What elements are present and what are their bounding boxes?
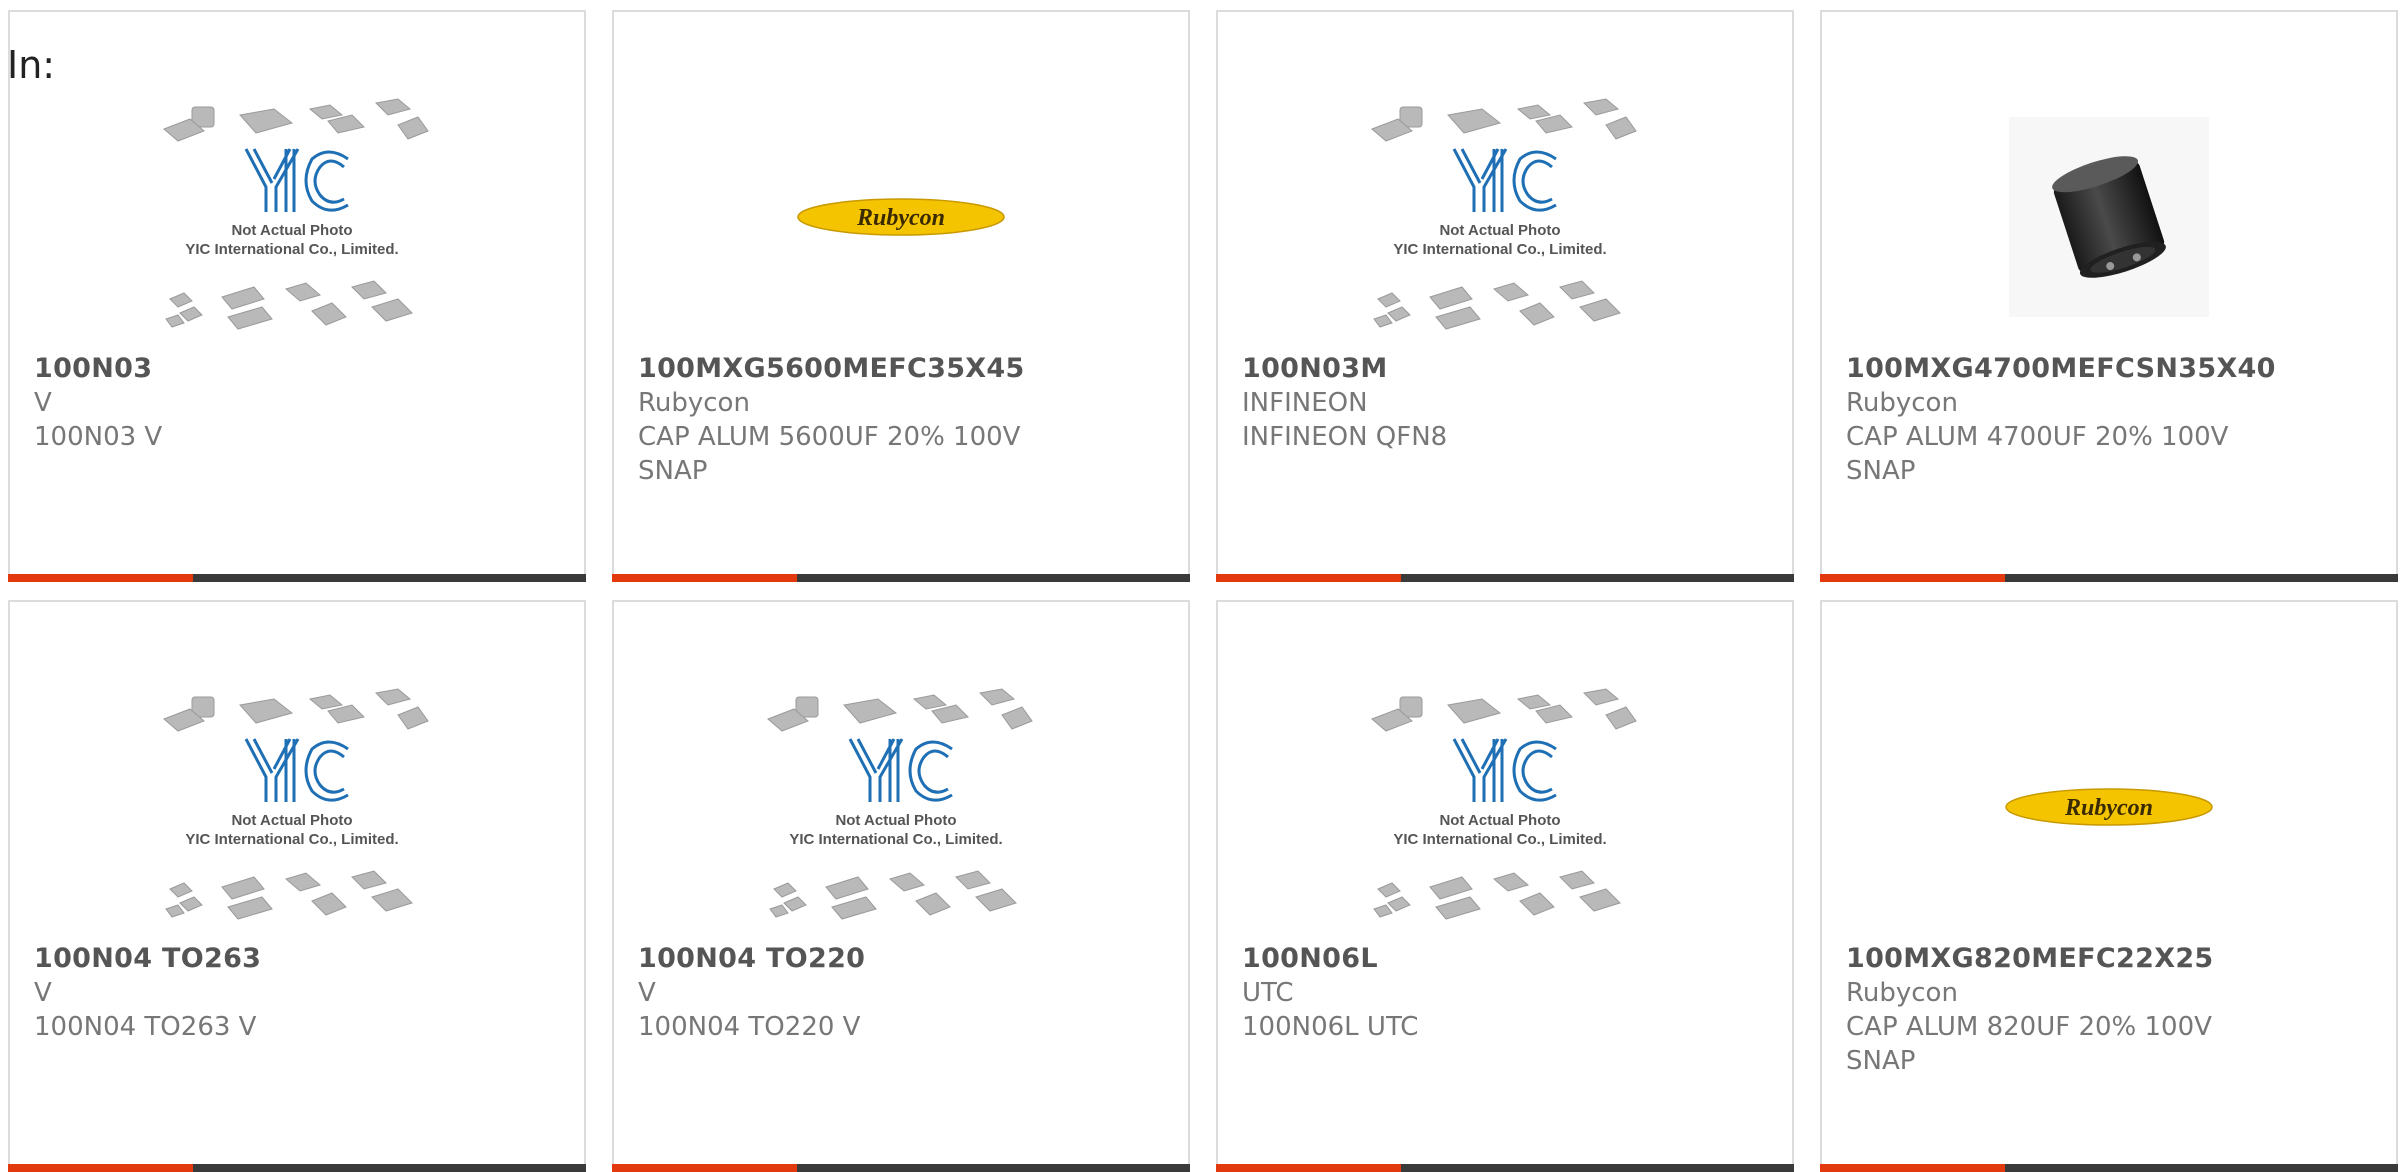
description: CAP ALUM 5600UF 20% 100V [638,422,1021,452]
product-info: 100MXG820MEFC22X25 Rubycon CAP ALUM 820UF … [1846,942,2372,1078]
placeholder-caption-1: Not Actual Photo [231,222,352,239]
manufacturer: Rubycon [638,388,750,418]
product-card[interactable]: Not Actual Photo YIC International Co., … [8,600,586,1172]
product-info: 100N03M INFINEON INFINEON QFN8 [1242,352,1768,454]
card-footer-bar [1216,574,1794,582]
product-card[interactable]: Not Actual Photo YIC International Co., … [612,600,1190,1172]
chip-placeholder-icon: Not Actual Photo YIC International Co., … [1371,98,1637,330]
placeholder-caption-2: YIC International Co., Limited. [185,831,398,848]
placeholder-caption-1: Not Actual Photo [835,812,956,829]
card-footer-accent [1820,1164,2005,1172]
description: 100N03 V [34,422,163,452]
product-image[interactable]: Not Actual Photo YIC International Co., … [10,672,584,942]
product-info: 100MXG4700MEFCSN35X40 Rubycon CAP ALUM 470… [1846,352,2372,488]
placeholder-caption-2: YIC International Co., Limited. [789,831,1002,848]
manufacturer: V [34,978,52,1008]
rubycon-logo-icon: Rubycon [797,198,1005,236]
product-image[interactable]: Not Actual Photo YIC International Co., … [614,672,1188,942]
placeholder-caption-2: YIC International Co., Limited. [185,241,398,258]
placeholder-caption-2: YIC International Co., Limited. [1393,241,1606,258]
product-card[interactable]: Rubycon 100MXG5600MEFC35X45 Rubycon CAP AL… [612,10,1190,582]
placeholder-caption-1: Not Actual Photo [1439,812,1560,829]
description: CAP ALUM 820UF 20% 100V [1846,1012,2212,1042]
description-continued: SNAP [1846,1046,1916,1076]
card-footer-accent [1216,1164,1401,1172]
part-number[interactable]: 100N04 TO220 [638,942,1164,976]
manufacturer: Rubycon [1846,388,1958,418]
description: CAP ALUM 4700UF 20% 100V [1846,422,2229,452]
part-number[interactable]: 100N04 TO263 [34,942,560,976]
product-card[interactable]: Rubycon 100MXG820MEFC22X25 Rubycon CAP ALU… [1820,600,2398,1172]
product-card[interactable]: Not Actual Photo YIC International Co., … [1216,10,1794,582]
part-number[interactable]: 100N06L [1242,942,1768,976]
manufacturer: V [34,388,52,418]
card-footer-accent [1216,574,1401,582]
product-info: 100N04 TO220 V 100N04 TO220 V [638,942,1164,1044]
chip-placeholder-icon: Not Actual Photo YIC International Co., … [1371,688,1637,920]
card-footer-bar [8,574,586,582]
card-footer-bar [612,1164,1190,1172]
product-info: 100N03 V 100N03 V [34,352,560,454]
part-number[interactable]: 100MXG4700MEFCSN35X40 [1846,352,2372,386]
part-number[interactable]: 100MXG5600MEFC35X45 [638,352,1164,386]
chip-placeholder-icon: Not Actual Photo YIC International Co., … [767,688,1033,920]
card-footer-bar [1820,574,2398,582]
chip-placeholder-icon: Not Actual Photo YIC International Co., … [163,98,429,330]
card-footer-bar [612,574,1190,582]
description: 100N06L UTC [1242,1012,1419,1042]
product-image[interactable]: Rubycon [1822,672,2396,942]
product-info: 100MXG5600MEFC35X45 Rubycon CAP ALUM 5600U… [638,352,1164,488]
manufacturer: Rubycon [1846,978,1958,1008]
product-card[interactable]: Not Actual Photo YIC International Co., … [8,10,586,582]
placeholder-caption-1: Not Actual Photo [1439,222,1560,239]
placeholder-caption-1: Not Actual Photo [231,812,352,829]
description: 100N04 TO263 V [34,1012,257,1042]
card-footer-accent [8,574,193,582]
filter-label: In: [7,43,56,87]
product-image[interactable]: Not Actual Photo YIC International Co., … [1218,82,1792,352]
description-continued: SNAP [1846,456,1916,486]
card-footer-accent [8,1164,193,1172]
card-footer-accent [1820,574,2005,582]
product-card[interactable]: Not Actual Photo YIC International Co., … [1216,600,1794,1172]
manufacturer: INFINEON [1242,388,1368,418]
part-number[interactable]: 100MXG820MEFC22X25 [1846,942,2372,976]
description: INFINEON QFN8 [1242,422,1448,452]
part-number[interactable]: 100N03 [34,352,560,386]
rubycon-logo-icon: Rubycon [2005,788,2213,826]
product-image[interactable]: Not Actual Photo YIC International Co., … [1218,672,1792,942]
product-image[interactable] [1822,82,2396,352]
card-footer-accent [612,574,797,582]
product-image[interactable]: Not Actual Photo YIC International Co., … [10,82,584,352]
rubycon-logo-text: Rubycon [856,205,945,231]
description-continued: SNAP [638,456,708,486]
product-card[interactable]: 100MXG4700MEFCSN35X40 Rubycon CAP ALUM 470… [1820,10,2398,582]
manufacturer: V [638,978,656,1008]
product-image[interactable]: Rubycon [614,82,1188,352]
card-footer-bar [1216,1164,1794,1172]
description: 100N04 TO220 V [638,1012,861,1042]
card-footer-accent [612,1164,797,1172]
placeholder-caption-2: YIC International Co., Limited. [1393,831,1606,848]
manufacturer: UTC [1242,978,1294,1008]
chip-placeholder-icon: Not Actual Photo YIC International Co., … [163,688,429,920]
product-info: 100N04 TO263 V 100N04 TO263 V [34,942,560,1044]
rubycon-logo-text: Rubycon [2064,795,2153,821]
card-footer-bar [8,1164,586,1172]
capacitor-photo-icon [2009,117,2209,317]
card-footer-bar [1820,1164,2398,1172]
product-info: 100N06L UTC 100N06L UTC [1242,942,1768,1044]
part-number[interactable]: 100N03M [1242,352,1768,386]
